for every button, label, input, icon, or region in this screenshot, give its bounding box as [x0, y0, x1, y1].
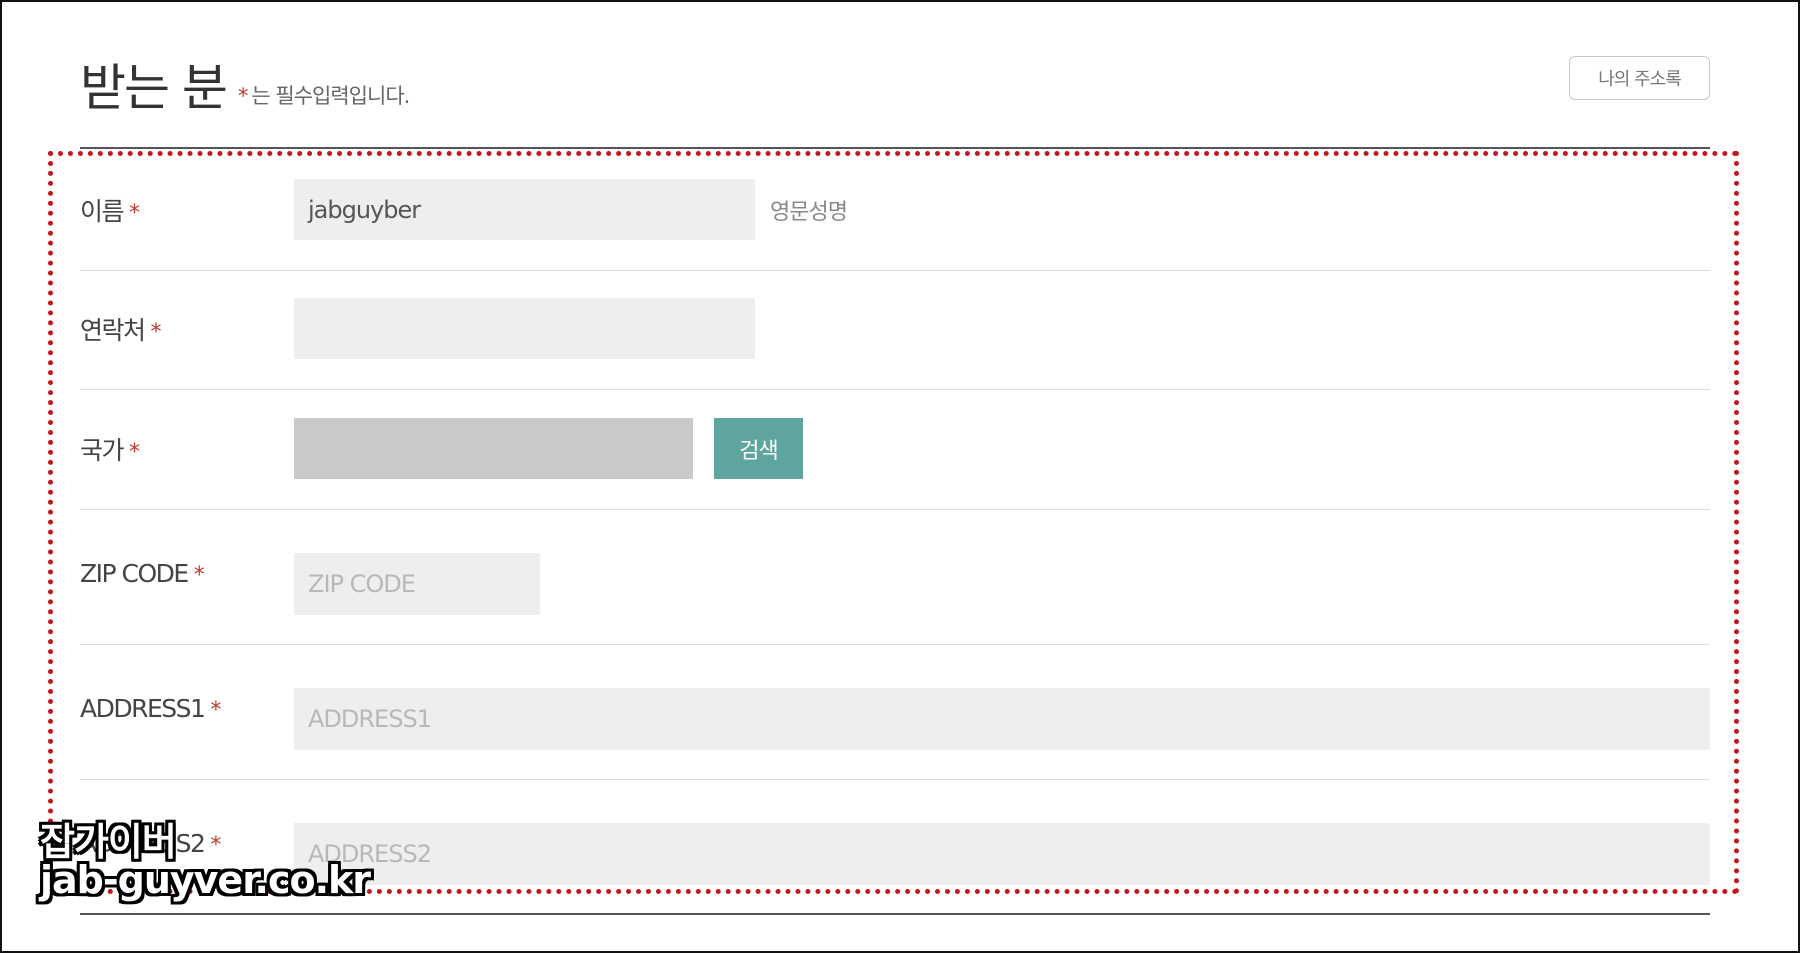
- address1-required-star: *: [210, 698, 221, 723]
- address1-label-text: ADDRESS1: [80, 694, 206, 723]
- site-watermark: 잡가이버 jab-guyver.co.kr: [40, 820, 371, 902]
- name-input[interactable]: jabguyber: [294, 179, 755, 240]
- page-title: 받는 분: [80, 59, 228, 117]
- row-divider: [80, 509, 1710, 510]
- country-label: 국가 *: [80, 431, 140, 467]
- screenshot-frame: [0, 0, 1800, 953]
- zip-required-star: *: [193, 563, 205, 588]
- required-star: *: [237, 84, 248, 108]
- zip-label-text: ZIP CODE: [80, 559, 189, 588]
- name-label: 이름 *: [80, 192, 140, 228]
- zip-label: ZIP CODE *: [80, 559, 205, 588]
- row-divider: [80, 779, 1710, 780]
- watermark-url: jab-guyver.co.kr: [40, 858, 371, 902]
- country-input[interactable]: [294, 418, 693, 479]
- address1-input[interactable]: ADDRESS1: [294, 688, 1710, 750]
- required-note-text: 는 필수입력입니다.: [251, 84, 410, 108]
- row-divider: [80, 644, 1710, 645]
- address2-input[interactable]: ADDRESS2: [294, 823, 1710, 885]
- phone-input[interactable]: [294, 298, 755, 359]
- country-search-button[interactable]: 검색: [714, 418, 803, 479]
- name-required-star: *: [129, 201, 140, 226]
- address1-label: ADDRESS1 *: [80, 694, 221, 723]
- watermark-title: 잡가이버: [40, 820, 177, 864]
- bottom-divider: [80, 913, 1710, 915]
- phone-required-star: *: [150, 320, 162, 345]
- top-divider: [80, 147, 1710, 149]
- section-header: 받는 분 * 는 필수입력입니다.: [80, 46, 410, 117]
- phone-label-text: 연락처: [80, 316, 146, 345]
- required-note: * 는 필수입력입니다.: [237, 80, 410, 116]
- country-required-star: *: [129, 440, 140, 465]
- row-divider: [80, 389, 1710, 390]
- country-label-text: 국가: [80, 436, 125, 465]
- row-divider: [80, 270, 1710, 271]
- address-book-button[interactable]: 나의 주소록: [1569, 56, 1710, 100]
- phone-label: 연락처 *: [80, 311, 162, 347]
- name-label-text: 이름: [80, 197, 125, 226]
- name-hint: 영문성명: [770, 200, 848, 225]
- zip-code-input[interactable]: ZIP CODE: [294, 553, 540, 615]
